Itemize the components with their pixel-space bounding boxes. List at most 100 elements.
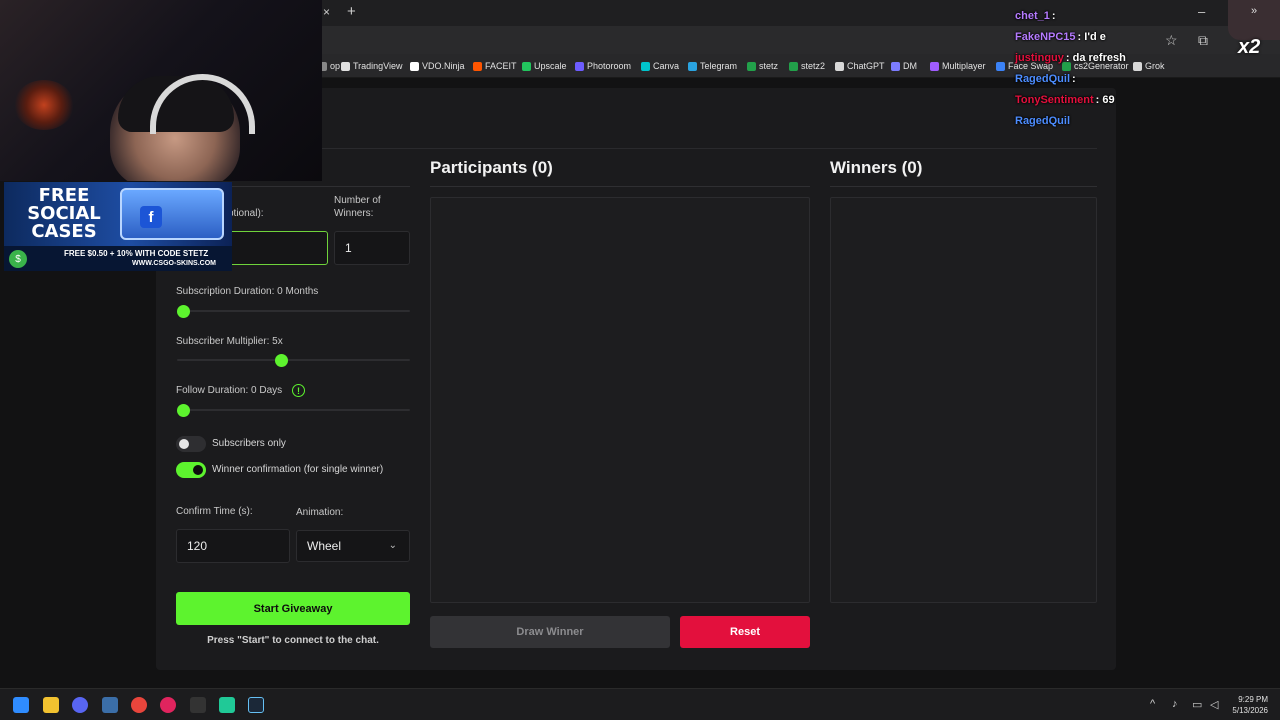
media-player-icon[interactable]	[160, 697, 176, 713]
reset-button[interactable]: Reset	[680, 616, 810, 648]
bookmark-3[interactable]: FACEIT	[473, 61, 517, 71]
bookmarks-more-button[interactable]: »	[1251, 5, 1257, 17]
chat-message: FakeNPC15 : I'd e	[1015, 31, 1106, 43]
participants-list[interactable]	[430, 197, 810, 603]
chat-text: :	[1051, 10, 1056, 22]
chat-text: : 69	[1095, 94, 1115, 106]
start-hint: Press "Start" to connect to the chat.	[207, 635, 379, 646]
obs-icon[interactable]	[190, 697, 206, 713]
ad-title: FREE SOCIAL CASES	[14, 187, 114, 241]
bookmark-label: stetz2	[801, 61, 826, 71]
bookmark-icon	[688, 61, 697, 71]
bookmark-icon	[891, 61, 900, 71]
chat-text: : da refresh	[1065, 52, 1126, 64]
sub-multiplier-knob[interactable]	[275, 354, 288, 367]
steam-icon[interactable]	[248, 697, 264, 713]
file-explorer-icon[interactable]	[43, 697, 59, 713]
sub-multiplier-slider[interactable]	[177, 359, 410, 361]
follow-duration-knob[interactable]	[177, 404, 190, 417]
confirm-time-label: Confirm Time (s):	[176, 506, 253, 517]
bookmark-label: Multiplayer	[942, 61, 986, 71]
bookmark-1[interactable]: TradingView	[341, 61, 403, 71]
chat-username: FakeNPC15	[1015, 31, 1076, 43]
animation-value: Wheel	[307, 539, 342, 553]
microphone-icon[interactable]: ♪	[1172, 698, 1178, 710]
chat-message: chet_1 :	[1015, 10, 1056, 22]
bookmark-12[interactable]: Multiplayer	[930, 61, 986, 71]
discord-icon[interactable]	[72, 697, 88, 713]
ad-title-line-3: CASES	[31, 221, 97, 242]
toggle-dot	[193, 465, 203, 475]
animation-label: Animation:	[296, 507, 344, 518]
winners-list[interactable]	[830, 197, 1097, 603]
subscribers-only-label: Subscribers only	[212, 438, 286, 449]
chat-message: RagedQuil :	[1015, 73, 1076, 85]
keyword-label: ptional):	[228, 208, 264, 219]
bookmark-2[interactable]: VDO.Ninja	[410, 61, 465, 71]
case-image	[120, 188, 224, 240]
participants-title: Participants (0)	[430, 158, 553, 177]
windows-start-icon[interactable]	[13, 697, 29, 713]
tray-chevron-icon[interactable]: ^	[1150, 698, 1155, 710]
chatbot-icon[interactable]	[219, 697, 235, 713]
webcam-overlay	[0, 0, 322, 181]
sub-duration-knob[interactable]	[177, 305, 190, 318]
system-clock[interactable]: 9:29 PM 5/13/2026	[1228, 694, 1268, 716]
multiplier-badge: x2	[1238, 36, 1261, 58]
toggle-dot	[179, 439, 189, 449]
bookmark-label: TradingView	[353, 61, 403, 71]
bookmark-label: FACEIT	[485, 61, 517, 71]
new-tab-button[interactable]: +	[347, 3, 356, 20]
bookmark-label: DM	[903, 61, 917, 71]
bookmark-10[interactable]: ChatGPT	[835, 61, 885, 71]
bookmark-11[interactable]: DM	[891, 61, 917, 71]
sub-duration-slider[interactable]	[177, 310, 410, 312]
bookmark-8[interactable]: stetz	[747, 61, 778, 71]
chat-message: TonySentiment : 69	[1015, 94, 1115, 106]
taskbar: ^ ♪ ▭ ◁ 9:29 PM 5/13/2026	[0, 688, 1280, 720]
clock-date: 5/13/2026	[1232, 706, 1268, 715]
chat-overlay: chet_1 : FakeNPC15 : I'd e justinguy : da …	[1015, 0, 1215, 140]
confirm-time-input[interactable]: 120	[176, 529, 290, 563]
bookmark-9[interactable]: stetz2	[789, 61, 825, 71]
chat-username: TonySentiment	[1015, 94, 1094, 106]
volume-icon[interactable]: ◁	[1210, 698, 1218, 711]
sub-duration-label: Subscription Duration: 0 Months	[176, 286, 319, 297]
winners-count-label-2: Winners:	[334, 208, 374, 219]
bookmark-label: Canva	[653, 61, 680, 71]
chat-username: RagedQuil	[1015, 73, 1071, 85]
bookmark-icon	[747, 61, 756, 71]
bookmark-label: Telegram	[700, 61, 738, 71]
follow-duration-slider[interactable]	[177, 409, 410, 411]
bookmark-7[interactable]: Telegram	[688, 61, 737, 71]
bookmark-icon	[473, 61, 482, 71]
bookmark-icon	[930, 61, 939, 71]
bookmark-5[interactable]: Photoroom	[575, 61, 631, 71]
lamp-glow	[14, 80, 74, 130]
winners-title: Winners (0)	[830, 158, 923, 177]
bookmark-label: VDO.Ninja	[422, 61, 465, 71]
subscribers-only-toggle[interactable]	[176, 436, 206, 452]
bookmark-label: op	[330, 61, 341, 71]
close-tab-icon[interactable]: ×	[323, 5, 330, 19]
draw-winner-button[interactable]: Draw Winner	[430, 616, 670, 648]
chevron-down-icon: ⌄	[388, 540, 397, 551]
bookmark-icon	[410, 61, 419, 71]
winners-count-label-1: Number of	[334, 195, 381, 206]
sub-multiplier-label: Subscriber Multiplier: 5x	[176, 336, 283, 347]
bookmark-4[interactable]: Upscale	[522, 61, 567, 71]
info-icon[interactable]: !	[292, 384, 305, 397]
app-icon[interactable]	[102, 697, 118, 713]
bookmark-icon	[341, 61, 350, 71]
ad-site: WWW.CSGO-SKINS.COM	[132, 260, 216, 267]
bookmark-6[interactable]: Canva	[641, 61, 679, 71]
chrome-icon[interactable]	[131, 697, 147, 713]
winner-confirmation-toggle[interactable]	[176, 462, 206, 478]
start-giveaway-button[interactable]: Start Giveaway	[176, 592, 410, 625]
sponsor-banner[interactable]: FREE SOCIAL CASES f $ FREE $0.50 + 10% W…	[4, 182, 232, 271]
animation-select[interactable]: Wheel ⌄	[296, 530, 410, 562]
winners-count-input[interactable]: 1	[334, 231, 410, 265]
display-icon[interactable]: ▭	[1192, 698, 1202, 711]
bookmark-icon	[996, 61, 1005, 71]
chat-text: : I'd e	[1077, 31, 1106, 43]
